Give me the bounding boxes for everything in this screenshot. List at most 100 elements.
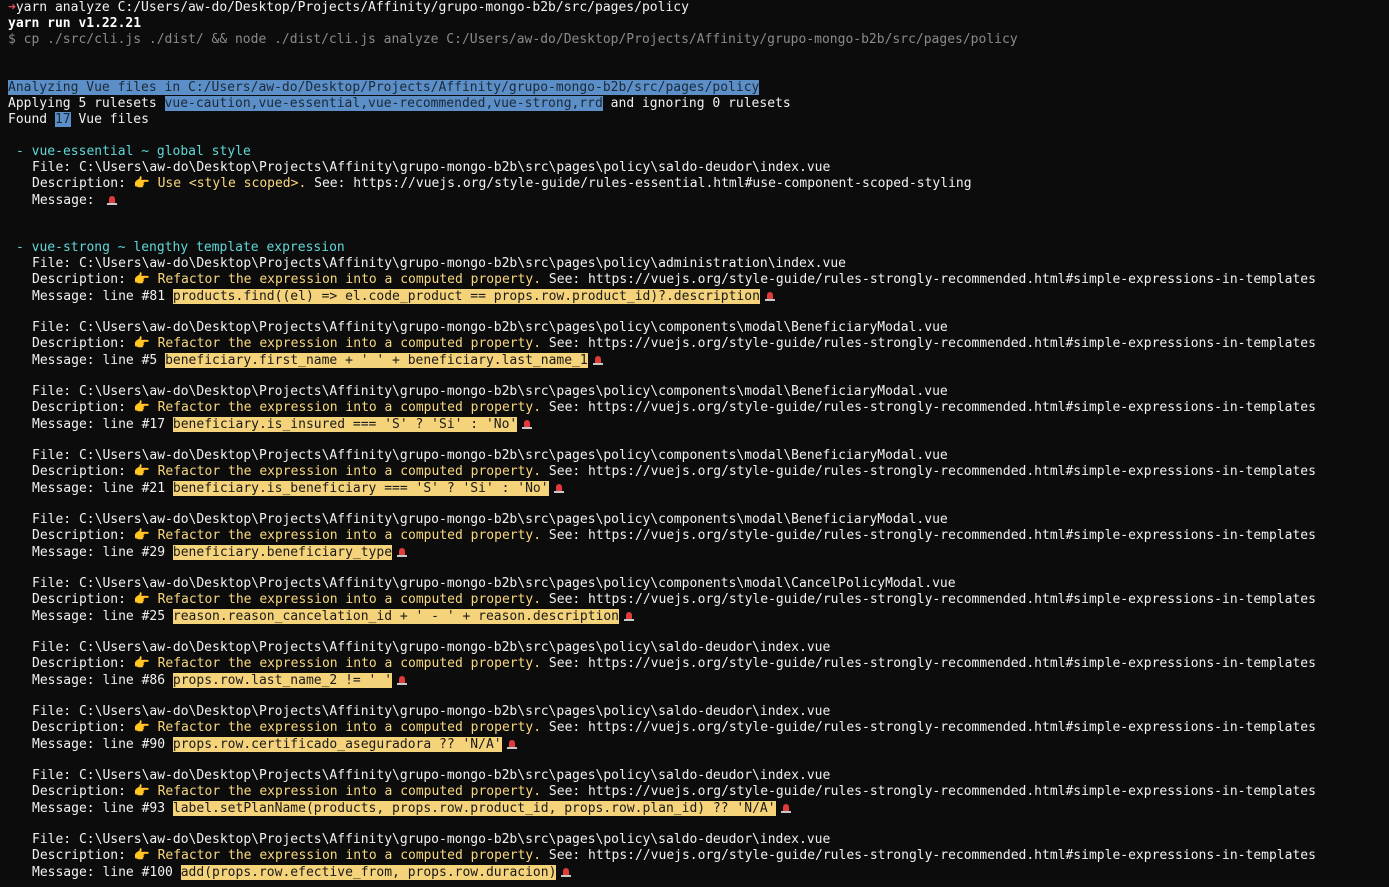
style-guide-link[interactable]: See: https://vuejs.org/style-guide/rules… <box>541 400 1316 415</box>
applying-line: Applying 5 rulesets vue-caution,vue-esse… <box>8 96 791 112</box>
style-guide-link[interactable]: See: https://vuejs.org/style-guide/rules… <box>541 464 1316 479</box>
description-text: Refactor the expression into a computed … <box>157 464 542 479</box>
result-description: Description: 👉 Use <style scoped>. See: … <box>32 176 972 192</box>
command-text: yarn analyze C:/Users/aw-do/Desktop/Proj… <box>15 0 689 15</box>
siren-icon <box>506 738 518 750</box>
result-file-path: File: C:\Users\aw-do\Desktop\Projects\Af… <box>32 576 956 591</box>
pointing-hand-icon: 👉 <box>133 848 150 863</box>
pointing-hand-icon: 👉 <box>133 176 150 191</box>
result-description: Description: 👉 Refactor the expression i… <box>32 592 1316 608</box>
rule-group-heading: - vue-strong ~ lengthy template expressi… <box>16 240 345 255</box>
analyzing-line: Analyzing Vue files in C:/Users/aw-do/De… <box>8 80 760 96</box>
siren-icon <box>106 194 118 206</box>
description-label: Description: <box>32 400 134 415</box>
description-text: Use <style scoped>. <box>157 176 307 191</box>
result-description: Description: 👉 Refactor the expression i… <box>32 848 1316 864</box>
offending-expression: beneficiary.first_name + ' ' + beneficia… <box>165 353 588 368</box>
result-message: Message: line #21 beneficiary.is_benefic… <box>32 480 565 496</box>
prompt-arrow-icon: ➜ <box>8 0 16 15</box>
pointing-hand-icon: 👉 <box>133 272 150 287</box>
message-label: Message: line #5 <box>32 353 166 368</box>
description-text: Refactor the expression into a computed … <box>157 336 542 351</box>
style-guide-link[interactable]: See: https://vuejs.org/style-guide/rules… <box>541 784 1316 799</box>
siren-icon <box>553 482 565 494</box>
applying-prefix: Applying 5 rulesets <box>8 96 165 111</box>
description-text: Refactor the expression into a computed … <box>157 720 542 735</box>
result-file-path: File: C:\Users\aw-do\Desktop\Projects\Af… <box>32 160 831 175</box>
result-message: Message: line #90 props.row.certificado_… <box>32 736 518 752</box>
result-message: Message: line #100 add(props.row.efectiv… <box>32 864 572 880</box>
style-guide-link[interactable]: See: https://vuejs.org/style-guide/rules… <box>306 176 971 191</box>
message-label: Message: line #29 <box>32 545 173 560</box>
offending-expression: beneficiary.is_beneficiary === 'S' ? 'Si… <box>172 481 549 496</box>
offending-expression: products.find((el) => el.code_product ==… <box>172 289 760 304</box>
result-description: Description: 👉 Refactor the expression i… <box>32 400 1316 416</box>
style-guide-link[interactable]: See: https://vuejs.org/style-guide/rules… <box>541 336 1316 351</box>
offending-expression: beneficiary.is_insured === 'S' ? 'Si' : … <box>172 417 518 432</box>
result-message: Message: line #5 beneficiary.first_name … <box>32 352 604 368</box>
applying-suffix: and ignoring 0 rulesets <box>602 96 791 111</box>
siren-icon <box>396 546 408 558</box>
offending-expression: label.setPlanName(products, props.row.pr… <box>172 801 776 816</box>
siren-icon <box>780 802 792 814</box>
result-file-path: File: C:\Users\aw-do\Desktop\Projects\Af… <box>32 832 831 847</box>
result-message: Message: line #29 beneficiary.beneficiar… <box>32 544 408 560</box>
offending-expression: props.row.certificado_aseguradora ?? 'N/… <box>172 737 502 752</box>
result-file-path: File: C:\Users\aw-do\Desktop\Projects\Af… <box>32 512 948 527</box>
message-label: Message: line #90 <box>32 737 173 752</box>
description-label: Description: <box>32 272 134 287</box>
result-file-path: File: C:\Users\aw-do\Desktop\Projects\Af… <box>32 448 948 463</box>
description-label: Description: <box>32 176 134 191</box>
result-description: Description: 👉 Refactor the expression i… <box>32 528 1316 544</box>
found-count: 17 <box>54 112 71 127</box>
pointing-hand-icon: 👉 <box>133 464 150 479</box>
pointing-hand-icon: 👉 <box>133 656 150 671</box>
description-label: Description: <box>32 592 134 607</box>
description-text: Refactor the expression into a computed … <box>157 272 542 287</box>
description-text: Refactor the expression into a computed … <box>157 656 542 671</box>
description-label: Description: <box>32 848 134 863</box>
pointing-hand-icon: 👉 <box>133 528 150 543</box>
description-label: Description: <box>32 528 134 543</box>
result-description: Description: 👉 Refactor the expression i… <box>32 336 1316 352</box>
message-label: Message: line #21 <box>32 481 173 496</box>
command-line: ➜yarn analyze C:/Users/aw-do/Desktop/Pro… <box>8 0 689 16</box>
rulesets-list: vue-caution,vue-essential,vue-recommende… <box>164 96 603 111</box>
offending-expression: add(props.row.efective_from, props.row.d… <box>180 865 557 880</box>
terminal-window[interactable]: ➜yarn analyze C:/Users/aw-do/Desktop/Pro… <box>0 0 1389 887</box>
result-file-path: File: C:\Users\aw-do\Desktop\Projects\Af… <box>32 256 846 271</box>
offending-expression: props.row.last_name_2 != ' ' <box>172 673 393 688</box>
siren-icon <box>521 418 533 430</box>
description-label: Description: <box>32 464 134 479</box>
pointing-hand-icon: 👉 <box>133 784 150 799</box>
description-label: Description: <box>32 336 134 351</box>
style-guide-link[interactable]: See: https://vuejs.org/style-guide/rules… <box>541 272 1316 287</box>
description-label: Description: <box>32 656 134 671</box>
result-message: Message: line #93 label.setPlanName(prod… <box>32 800 792 816</box>
pointing-hand-icon: 👉 <box>133 720 150 735</box>
description-text: Refactor the expression into a computed … <box>157 592 542 607</box>
style-guide-link[interactable]: See: https://vuejs.org/style-guide/rules… <box>541 592 1316 607</box>
style-guide-link[interactable]: See: https://vuejs.org/style-guide/rules… <box>541 528 1316 543</box>
result-file-path: File: C:\Users\aw-do\Desktop\Projects\Af… <box>32 384 948 399</box>
style-guide-link[interactable]: See: https://vuejs.org/style-guide/rules… <box>541 656 1316 671</box>
result-description: Description: 👉 Refactor the expression i… <box>32 784 1316 800</box>
pointing-hand-icon: 👉 <box>133 400 150 415</box>
description-text: Refactor the expression into a computed … <box>157 400 542 415</box>
siren-icon <box>396 674 408 686</box>
result-message: Message: line #81 products.find((el) => … <box>32 288 776 304</box>
result-message: Message: line #86 props.row.last_name_2 … <box>32 672 408 688</box>
style-guide-link[interactable]: See: https://vuejs.org/style-guide/rules… <box>541 720 1316 735</box>
result-message: Message: <box>32 192 118 208</box>
style-guide-link[interactable]: See: https://vuejs.org/style-guide/rules… <box>541 848 1316 863</box>
siren-icon <box>623 610 635 622</box>
bottom-edge <box>0 882 1389 887</box>
result-description: Description: 👉 Refactor the expression i… <box>32 464 1316 480</box>
offending-expression: reason.reason_cancelation_id + ' - ' + r… <box>172 609 620 624</box>
message-label: Message: <box>32 193 103 208</box>
siren-icon <box>592 354 604 366</box>
result-message: Message: line #17 beneficiary.is_insured… <box>32 416 533 432</box>
yarn-version-line: yarn run v1.22.21 <box>8 16 142 31</box>
result-message: Message: line #25 reason.reason_cancelat… <box>32 608 635 624</box>
siren-icon <box>764 290 776 302</box>
